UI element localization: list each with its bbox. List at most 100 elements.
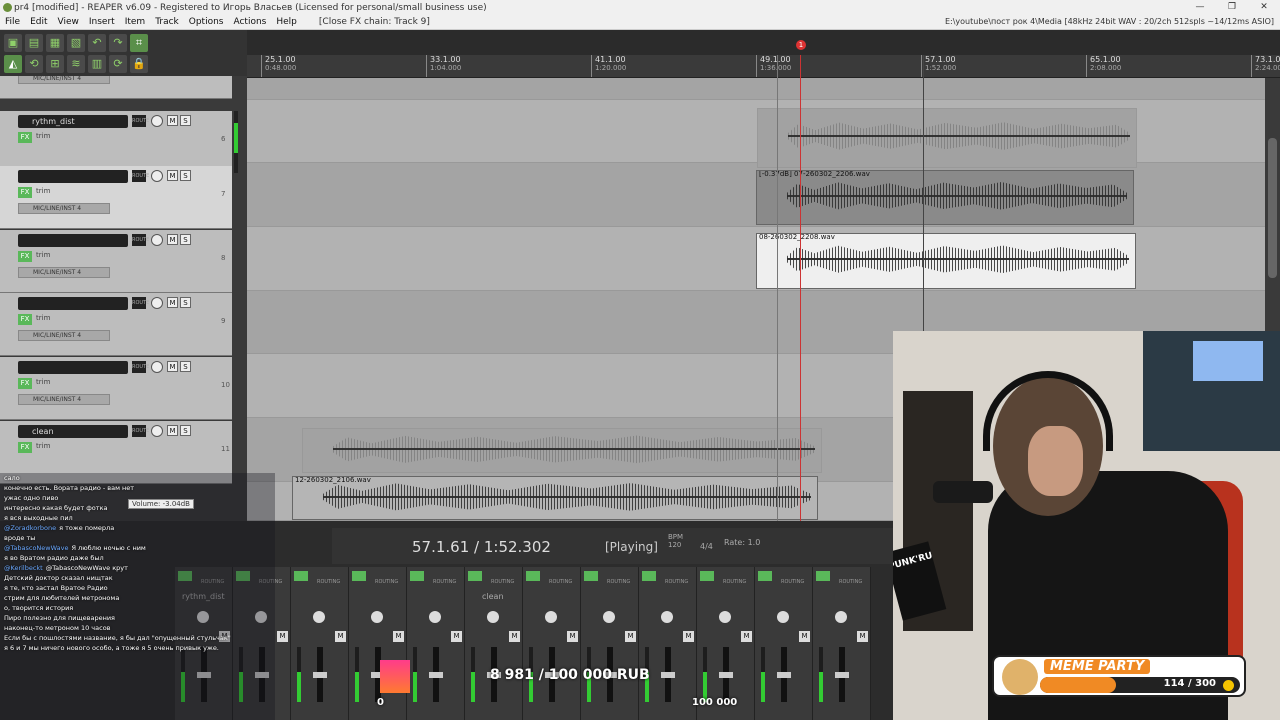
- fx-button[interactable]: FX: [18, 378, 32, 389]
- mute-button[interactable]: M: [167, 234, 178, 245]
- media-item[interactable]: 12-260302_2106.wav: [292, 476, 818, 520]
- pan-knob-icon[interactable]: [777, 611, 789, 623]
- track-name[interactable]: [18, 297, 128, 310]
- fx-button[interactable]: [642, 571, 656, 581]
- menu-edit[interactable]: Edit: [25, 17, 52, 27]
- menu-item[interactable]: Item: [120, 17, 151, 27]
- mixer-channel[interactable]: ROUTING M: [523, 567, 581, 720]
- mixer-channel[interactable]: ROUTING M: [407, 567, 465, 720]
- mixer-channel[interactable]: ROUTING M: [581, 567, 639, 720]
- fx-button[interactable]: FX: [18, 251, 32, 262]
- chat-username[interactable]: @TabascoNewWave: [4, 544, 68, 552]
- undo-icon[interactable]: ↶: [88, 34, 106, 52]
- envelope-lock-icon[interactable]: ≋: [67, 55, 85, 73]
- fx-button[interactable]: [294, 571, 308, 581]
- solo-button[interactable]: S: [180, 170, 191, 181]
- menu-insert[interactable]: Insert: [84, 17, 120, 27]
- volume-knob-icon[interactable]: [151, 425, 163, 437]
- menu-options[interactable]: Options: [184, 17, 229, 27]
- fader-cap[interactable]: [835, 672, 849, 678]
- mixer-channel[interactable]: ROUTING M: [755, 567, 813, 720]
- route-button[interactable]: ROUTE: [132, 297, 149, 309]
- track-panel[interactable]: ROUTE M S FX trim MIC/LINE/INST 4 9: [0, 293, 232, 356]
- mute-button[interactable]: M: [167, 115, 178, 126]
- mute-button[interactable]: M: [683, 631, 694, 642]
- track-input[interactable]: MIC/LINE/INST 4: [18, 394, 110, 405]
- mute-button[interactable]: M: [509, 631, 520, 642]
- routing-button[interactable]: ROUTING: [665, 579, 688, 585]
- mute-button[interactable]: M: [625, 631, 636, 642]
- track-panel[interactable]: ROUTE M S FX trim MIC/LINE/INST 4 7: [0, 166, 232, 229]
- solo-button[interactable]: S: [180, 115, 191, 126]
- chat-username[interactable]: @Zoradkorbone: [4, 524, 56, 532]
- volume-knob-icon[interactable]: [151, 115, 163, 127]
- fx-button[interactable]: FX: [18, 187, 32, 198]
- lock-icon[interactable]: 🔒: [130, 55, 148, 73]
- track-input[interactable]: MIC/LINE/INST 4: [18, 267, 110, 278]
- track-name[interactable]: [18, 234, 128, 247]
- media-item[interactable]: [757, 108, 1137, 168]
- vertical-scrollbar[interactable]: [1265, 78, 1280, 331]
- pan-knob-icon[interactable]: [313, 611, 325, 623]
- mute-button[interactable]: M: [741, 631, 752, 642]
- maximize-button[interactable]: ❐: [1216, 0, 1248, 15]
- media-item[interactable]: 08-260302_2208.wav: [756, 233, 1136, 289]
- playrate[interactable]: Rate: 1.0: [724, 538, 760, 547]
- route-button[interactable]: ROUTE: [132, 234, 149, 246]
- menu-view[interactable]: View: [53, 17, 84, 27]
- volume-knob-icon[interactable]: [151, 297, 163, 309]
- pan-knob-icon[interactable]: [487, 611, 499, 623]
- mixer-channel[interactable]: ROUTING M: [813, 567, 871, 720]
- track-panel[interactable]: MIC/LINE/INST 4: [0, 76, 232, 99]
- volume-knob-icon[interactable]: [151, 170, 163, 182]
- fx-button[interactable]: [584, 571, 598, 581]
- routing-button[interactable]: ROUTING: [781, 579, 804, 585]
- track-name[interactable]: [18, 170, 128, 183]
- solo-button[interactable]: S: [180, 297, 191, 308]
- pan-knob-icon[interactable]: [719, 611, 731, 623]
- mute-button[interactable]: M: [857, 631, 868, 642]
- mute-button[interactable]: M: [167, 170, 178, 181]
- close-button[interactable]: ✕: [1248, 0, 1280, 15]
- pan-knob-icon[interactable]: [429, 611, 441, 623]
- media-item[interactable]: [302, 428, 822, 473]
- grid-lines-icon[interactable]: ▥: [88, 55, 106, 73]
- mixer-channel[interactable]: ROUTING M: [639, 567, 697, 720]
- routing-button[interactable]: ROUTING: [375, 579, 398, 585]
- close-fx-chain-menu[interactable]: [Close FX chain: Track 9]: [314, 17, 435, 27]
- fx-button[interactable]: [526, 571, 540, 581]
- routing-button[interactable]: ROUTING: [549, 579, 572, 585]
- fader-cap[interactable]: [313, 672, 327, 678]
- project-marker[interactable]: 1: [796, 40, 806, 50]
- mixer-channel[interactable]: ROUTING M: [465, 567, 523, 720]
- solo-button[interactable]: S: [180, 361, 191, 372]
- loop-icon[interactable]: ⟳: [109, 55, 127, 73]
- solo-button[interactable]: S: [180, 425, 191, 436]
- routing-button[interactable]: ROUTING: [491, 579, 514, 585]
- fx-button[interactable]: FX: [18, 442, 32, 453]
- metronome-icon[interactable]: ◭: [4, 55, 22, 73]
- volume-knob-icon[interactable]: [151, 361, 163, 373]
- routing-button[interactable]: ROUTING: [839, 579, 862, 585]
- mute-button[interactable]: M: [167, 297, 178, 308]
- pan-knob-icon[interactable]: [835, 611, 847, 623]
- minimize-button[interactable]: —: [1184, 0, 1216, 15]
- track-panel[interactable]: rythm_dist ROUTE M S FX trim 6: [0, 111, 238, 174]
- ripple-edit-icon[interactable]: ⟲: [25, 55, 43, 73]
- track-name[interactable]: rythm_dist: [18, 115, 128, 128]
- mute-button[interactable]: M: [393, 631, 404, 642]
- fx-button[interactable]: FX: [18, 132, 32, 143]
- fx-button[interactable]: [410, 571, 424, 581]
- volume-knob-icon[interactable]: [151, 234, 163, 246]
- fx-button[interactable]: FX: [18, 314, 32, 325]
- routing-button[interactable]: ROUTING: [433, 579, 456, 585]
- mixer-channel[interactable]: ROUTING M: [291, 567, 349, 720]
- save-project-icon[interactable]: ▦: [46, 34, 64, 52]
- pan-knob-icon[interactable]: [603, 611, 615, 623]
- redo-icon[interactable]: ↷: [109, 34, 127, 52]
- track-lane[interactable]: [247, 78, 1265, 100]
- project-settings-icon[interactable]: ▧: [67, 34, 85, 52]
- route-button[interactable]: ROUTE: [132, 425, 149, 437]
- mute-button[interactable]: M: [567, 631, 578, 642]
- mute-button[interactable]: M: [277, 631, 288, 642]
